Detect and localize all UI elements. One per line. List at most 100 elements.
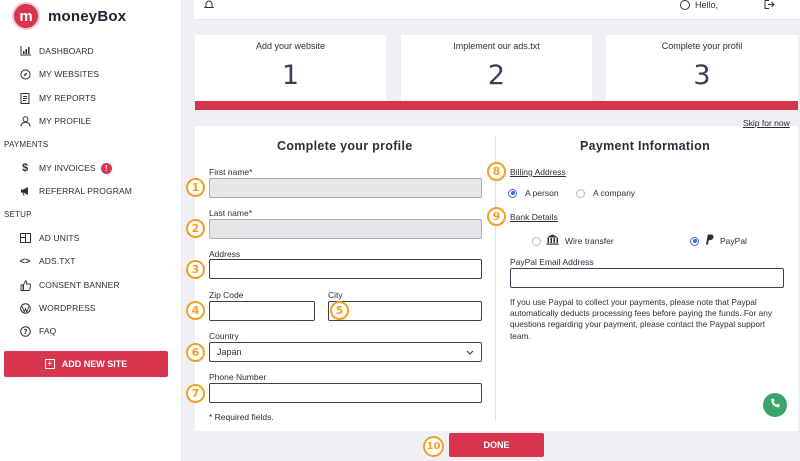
logo-text-a: money	[48, 7, 98, 25]
logout-icon[interactable]	[764, 0, 775, 12]
logo[interactable]: m moneyBox	[12, 2, 126, 30]
sidebar-item-faq[interactable]: ? FAQ	[19, 322, 56, 340]
user-greeting[interactable]: Hello,	[680, 0, 718, 10]
last-name-label: Last name*	[209, 208, 252, 218]
sidebar-item-ad-units[interactable]: AD UNITS	[19, 229, 79, 247]
city-label: City	[328, 290, 343, 300]
wordpress-icon	[19, 302, 31, 314]
zip-code-field[interactable]	[209, 301, 315, 321]
sidebar-item-my-profile[interactable]: MY PROFILE	[19, 112, 91, 130]
sidebar-item-label: MY REPORTS	[39, 93, 96, 103]
marker-4: 4	[186, 301, 205, 320]
user-icon	[19, 115, 31, 127]
first-name-label: First name*	[209, 167, 253, 177]
bell-icon[interactable]	[203, 0, 215, 12]
marker-8: 8	[487, 162, 506, 181]
marker-9: 9	[487, 207, 506, 226]
sidebar-item-referral-program[interactable]: REFERRAL PROGRAM	[19, 182, 132, 200]
greeting-text: Hello,	[695, 0, 719, 10]
bar-chart-icon	[19, 45, 31, 57]
step-add-website: Add your website 1	[195, 35, 386, 101]
radio-label: Wire transfer	[565, 236, 614, 246]
country-value: Japan	[217, 347, 242, 357]
last-name-field[interactable]	[209, 219, 482, 239]
marker-1: 1	[186, 178, 205, 197]
logo-text-b: Box	[97, 7, 127, 25]
radio-a-person[interactable]: A person	[508, 188, 559, 198]
section-label-setup: SETUP	[4, 210, 32, 219]
address-field[interactable]	[209, 259, 482, 279]
phone-label: Phone Number	[209, 372, 267, 382]
sidebar-item-ads-txt[interactable]: <> ADS.TXT	[19, 252, 76, 270]
step-title: Complete your profil	[661, 41, 743, 51]
alert-badge: !	[100, 162, 112, 174]
bank-icon	[546, 234, 559, 248]
sidebar-item-dashboard[interactable]: DASHBOARD	[19, 42, 94, 60]
layout-icon	[19, 232, 31, 244]
address-label: Address	[209, 249, 241, 259]
sidebar-item-label: MY INVOICES	[39, 163, 96, 173]
chevron-down-icon	[466, 347, 474, 357]
top-bar: Hello,	[194, 0, 800, 20]
paypal-email-field[interactable]	[510, 268, 784, 288]
phone-field[interactable]	[209, 383, 482, 403]
marker-5: 5	[330, 301, 349, 320]
radio-dot	[508, 188, 517, 198]
question-icon: ?	[19, 325, 31, 337]
sidebar-item-label: FAQ	[39, 326, 57, 336]
marker-2: 2	[186, 219, 205, 238]
marker-7: 7	[186, 384, 205, 403]
city-field[interactable]	[328, 301, 482, 321]
marker-10: 10	[423, 436, 444, 457]
sidebar-item-wordpress[interactable]: WORDPRESS	[19, 299, 96, 317]
sidebar-item-label: MY PROFILE	[39, 116, 92, 126]
marker-3: 3	[186, 260, 205, 279]
step-number: 1	[281, 60, 300, 91]
megaphone-icon	[19, 185, 31, 197]
country-label: Country	[209, 331, 239, 341]
sidebar: m moneyBox DASHBOARD MY WEBSITES MY REPO…	[0, 0, 182, 461]
sidebar-item-my-invoices[interactable]: $ MY INVOICES !	[19, 159, 112, 177]
phone-icon	[770, 398, 781, 412]
progress-bar	[195, 101, 798, 110]
plus-icon: +	[44, 359, 55, 369]
add-new-site-button[interactable]: + ADD NEW SITE	[4, 351, 168, 377]
sidebar-item-consent-banner[interactable]: CONSENT BANNER	[19, 276, 120, 294]
svg-text:?: ?	[23, 328, 27, 336]
radio-dot	[532, 236, 541, 246]
sidebar-item-label: REFERRAL PROGRAM	[39, 186, 132, 196]
done-button[interactable]: DONE	[449, 433, 544, 457]
profile-title: Complete your profile	[277, 139, 413, 153]
step-title: Implement our ads.txt	[453, 41, 540, 51]
section-label-payments: PAYMENTS	[4, 140, 49, 149]
skip-link[interactable]: Skip for now	[743, 118, 790, 128]
step-number: 2	[487, 60, 506, 91]
radio-dot	[690, 236, 699, 246]
sidebar-item-my-websites[interactable]: MY WEBSITES	[19, 65, 99, 83]
dollar-icon: $	[21, 162, 29, 174]
zip-code-label: Zip Code	[209, 290, 244, 300]
user-icon	[680, 0, 690, 10]
first-name-field[interactable]	[209, 178, 482, 198]
radio-a-company[interactable]: A company	[576, 188, 635, 198]
paypal-email-label: PayPal Email Address	[510, 257, 594, 267]
country-select[interactable]: Japan	[209, 342, 482, 362]
sidebar-item-label: ADS.TXT	[39, 256, 76, 266]
radio-label: PayPal	[720, 236, 747, 246]
code-icon: <>	[19, 256, 31, 266]
paypal-note: If you use Paypal to collect your paymen…	[510, 297, 772, 341]
required-note: * Required fields.	[209, 412, 274, 422]
sidebar-item-label: AD UNITS	[39, 233, 80, 243]
paypal-icon	[704, 234, 714, 248]
logo-text: moneyBox	[48, 8, 126, 25]
phone-chat-button[interactable]	[763, 393, 787, 417]
radio-paypal[interactable]: PayPal	[690, 234, 747, 248]
billing-address-label: Billing Address	[510, 167, 566, 177]
radio-wire-transfer[interactable]: Wire transfer	[532, 234, 614, 248]
payment-title: Payment Information	[580, 139, 711, 153]
step-number: 3	[693, 60, 711, 91]
sidebar-item-label: WORDPRESS	[39, 303, 96, 313]
document-icon	[19, 92, 31, 104]
marker-6: 6	[186, 343, 205, 362]
sidebar-item-my-reports[interactable]: MY REPORTS	[19, 89, 96, 107]
